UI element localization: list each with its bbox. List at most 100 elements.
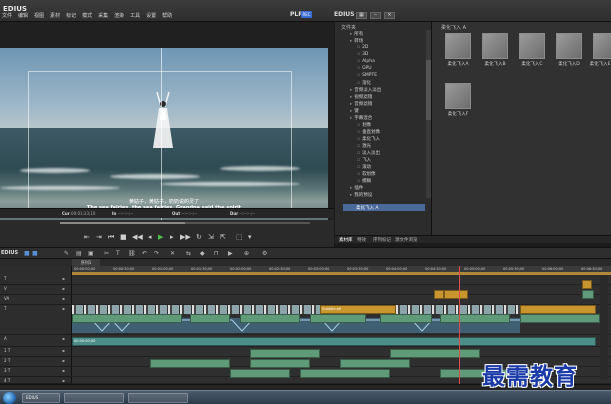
expand-arrow-icon[interactable]: ▸ xyxy=(350,109,352,114)
effect-thumbnail[interactable] xyxy=(445,83,471,109)
track-header[interactable]: 3 T ▪ xyxy=(0,367,72,377)
menu-item[interactable]: 编辑 xyxy=(18,12,28,19)
clip[interactable] xyxy=(390,349,480,358)
clip[interactable] xyxy=(434,290,444,299)
tree-item[interactable]: ▸ 键 xyxy=(350,108,359,114)
settings-icon[interactable]: ⚙ xyxy=(262,250,267,257)
close-icon[interactable]: × xyxy=(384,12,395,19)
effect-thumbnail[interactable] xyxy=(593,33,611,59)
tree-item[interactable]: ▫ SMPTE xyxy=(357,73,377,78)
rec-badge[interactable]: REC xyxy=(301,11,312,18)
track-row[interactable] xyxy=(72,275,611,285)
expand-arrow-icon[interactable]: ▫ xyxy=(357,130,360,135)
menu-item[interactable]: 工具 xyxy=(130,12,140,19)
effect-thumbnail[interactable] xyxy=(482,33,508,59)
tree-item[interactable]: ▫ GPU xyxy=(357,66,372,71)
delete-icon[interactable]: ✕ xyxy=(170,250,175,257)
tree-item[interactable]: ▫ 3D xyxy=(357,52,368,57)
track-header[interactable]: 4 T ▪ xyxy=(0,377,72,384)
expand-arrow-icon[interactable]: ▫ xyxy=(357,144,360,149)
track-header[interactable]: 2 T ▪ xyxy=(0,357,72,367)
menu-item[interactable]: 渲染 xyxy=(114,12,124,19)
clip[interactable] xyxy=(250,349,320,358)
loop-icon[interactable]: ↻ xyxy=(196,233,202,241)
ripple-icon[interactable]: ⇆ xyxy=(186,250,191,257)
expand-arrow-icon[interactable]: ▫ xyxy=(357,179,360,184)
clip[interactable] xyxy=(582,290,594,299)
clip[interactable] xyxy=(440,314,510,323)
mode-icon[interactable]: ■ xyxy=(24,250,30,257)
cut-icon[interactable]: ✂ xyxy=(104,250,109,257)
expand-arrow-icon[interactable]: ▫ xyxy=(357,59,360,64)
menu-item[interactable]: 帮助 xyxy=(162,12,172,19)
minimize-icon[interactable]: ‒ xyxy=(370,12,381,19)
expand-arrow-icon[interactable]: ▸ xyxy=(350,39,352,44)
tab-effects[interactable]: 特效 xyxy=(357,237,366,243)
stop-icon[interactable]: ■ xyxy=(120,233,127,241)
new-sequence-icon[interactable]: ✎ xyxy=(64,250,69,257)
menu-item[interactable]: 文件 xyxy=(2,12,12,19)
track-header[interactable]: T ▪ xyxy=(0,305,72,335)
expand-arrow-icon[interactable]: ▸ xyxy=(350,193,352,198)
open-icon[interactable]: ▤ xyxy=(76,250,82,257)
video-clip-thumbnails[interactable] xyxy=(72,305,520,314)
track-header[interactable]: 1 T ▪ xyxy=(0,347,72,357)
tree-item[interactable]: ▸ 音频滤镜 xyxy=(350,101,372,107)
tree-item[interactable]: ▫ 划像 xyxy=(357,122,371,128)
tree-item[interactable]: ▫ Alpha xyxy=(357,59,375,64)
video-frame[interactable]: 黄姑子，黄姑子，奶奶说的灵了 The sea fairies, the sea … xyxy=(0,48,328,230)
menu-item[interactable]: 采集 xyxy=(98,12,108,19)
expand-arrow-icon[interactable]: ▫ xyxy=(357,123,360,128)
expand-arrow-icon[interactable]: ▸ xyxy=(350,186,352,191)
effect-thumbnail[interactable] xyxy=(519,33,545,59)
tree-item[interactable]: ▫ 软划像 xyxy=(357,171,376,177)
sequence-tab[interactable]: 序列1 xyxy=(72,259,100,266)
expand-arrow-icon[interactable]: ▫ xyxy=(357,52,360,57)
timeline-scrollbar[interactable] xyxy=(600,275,608,380)
clip[interactable] xyxy=(340,359,410,368)
clip[interactable] xyxy=(190,314,230,323)
clip[interactable] xyxy=(250,359,310,368)
undo-icon[interactable]: ↶ xyxy=(142,250,147,257)
taskbar-item[interactable] xyxy=(64,393,124,403)
taskbar-item[interactable] xyxy=(128,393,188,403)
tree-item[interactable]: ▫ 溶化 xyxy=(357,80,371,86)
tree-item[interactable]: ▫ 激光 xyxy=(357,143,371,149)
track-header[interactable]: A ▪ xyxy=(0,335,72,347)
tree-item[interactable]: ▫ 柔化飞入 xyxy=(357,136,380,142)
timecode-clip[interactable]: 00:00:00;00 xyxy=(72,337,596,346)
tree-item[interactable]: ▸ 视频滤镜 xyxy=(350,94,372,100)
rewind-icon[interactable]: ◀◀ xyxy=(132,233,143,241)
play-icon[interactable]: ▶ xyxy=(158,233,163,241)
track-toggle-icon[interactable]: ▪ xyxy=(62,336,65,341)
tree-item[interactable]: ▫ 2D xyxy=(357,45,368,50)
snap-icon[interactable]: ⊓ xyxy=(214,250,219,257)
tree-item[interactable]: ▸ 我的预设 xyxy=(350,192,372,198)
track-toggle-icon[interactable]: ▪ xyxy=(62,378,65,383)
expand-arrow-icon[interactable]: ▫ xyxy=(357,172,360,177)
expand-arrow-icon[interactable]: ▸ xyxy=(350,32,352,37)
track-toggle-icon[interactable]: ▪ xyxy=(62,306,65,311)
menu-item[interactable]: 标记 xyxy=(66,12,76,19)
overwrite-icon[interactable]: ⇱ xyxy=(220,233,226,241)
clip[interactable] xyxy=(582,280,592,289)
tree-item[interactable]: ▸ 插件 xyxy=(350,185,363,191)
title-clip[interactable]: Subtitle.etl xyxy=(320,305,396,314)
menu-item[interactable]: 模式 xyxy=(82,12,92,19)
expand-arrow-icon[interactable]: ▸ xyxy=(350,116,352,121)
track-header[interactable]: V ▪ xyxy=(0,285,72,295)
clip[interactable] xyxy=(300,369,390,378)
insert-icon[interactable]: ⇲ xyxy=(208,233,214,241)
tree-item[interactable]: ▸ 字幕混合 xyxy=(350,115,372,121)
prev-edit-icon[interactable]: ⏮ xyxy=(108,233,114,241)
expand-arrow-icon[interactable]: ▸ xyxy=(350,102,352,107)
set-out-icon[interactable]: ⇥ xyxy=(96,233,102,241)
tree-item[interactable]: ▸ 音频淡入淡出 xyxy=(350,87,381,93)
clip[interactable] xyxy=(520,314,600,323)
track-row[interactable] xyxy=(72,295,611,305)
track-toggle-icon[interactable]: ▪ xyxy=(62,276,65,281)
track-toggle-icon[interactable]: ▪ xyxy=(62,348,65,353)
playhead[interactable] xyxy=(459,266,460,384)
expand-arrow-icon[interactable]: ▸ xyxy=(350,88,352,93)
render-icon[interactable]: ▶ xyxy=(228,250,233,257)
